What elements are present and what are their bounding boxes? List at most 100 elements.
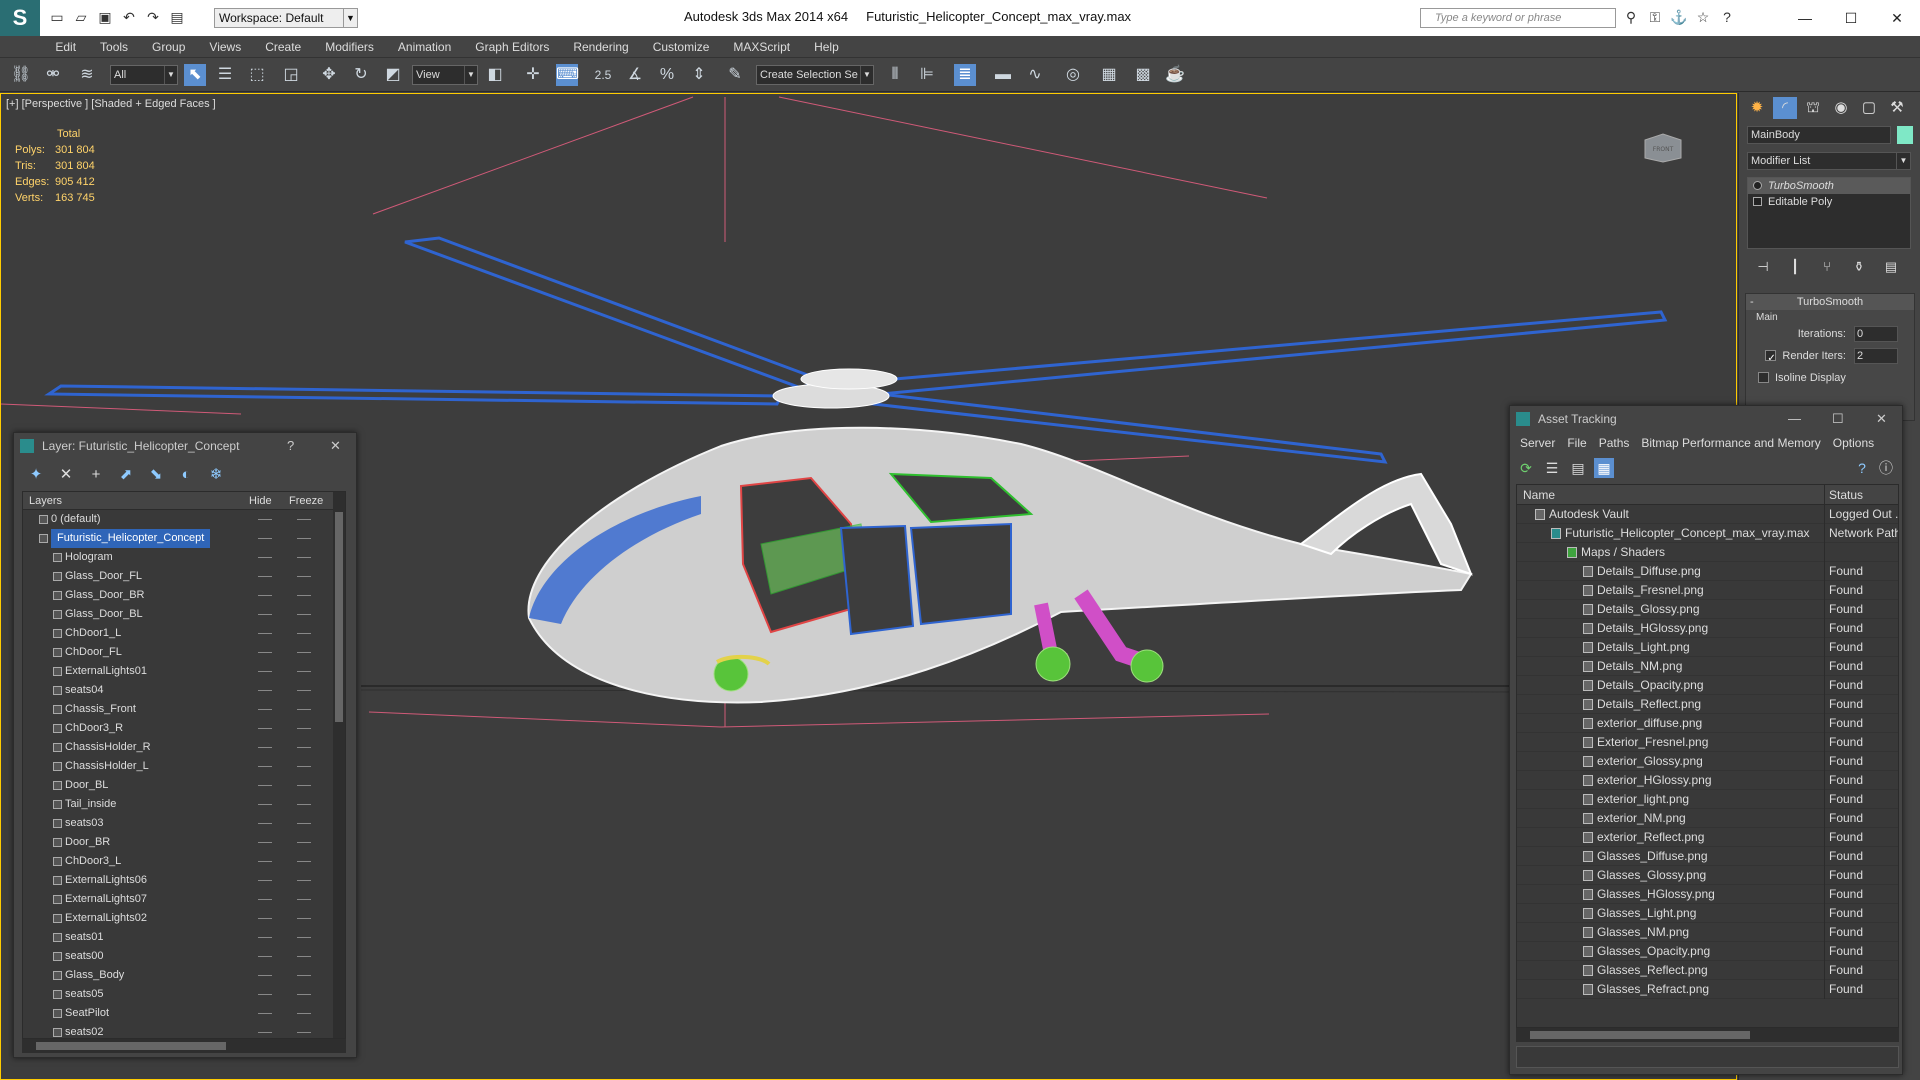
hide-toggle[interactable] (258, 652, 272, 653)
rectangular-selection-icon[interactable]: ⬚ (246, 64, 268, 86)
layer-row[interactable]: seats02 (23, 1023, 345, 1038)
freeze-toggle[interactable] (297, 747, 311, 748)
freeze-all-icon[interactable]: ❄ (206, 465, 226, 485)
show-end-result-icon[interactable]: ┃ (1785, 257, 1805, 277)
layer-manager-icon[interactable]: ≣ (954, 64, 976, 86)
freeze-toggle[interactable] (297, 899, 311, 900)
hide-toggle[interactable] (258, 1032, 272, 1033)
asset-row[interactable]: Details_Light.png Found (1517, 638, 1898, 657)
hide-toggle[interactable] (258, 595, 272, 596)
project-folder-icon[interactable]: ▤ (168, 8, 186, 26)
menu-customize[interactable]: Customize (641, 36, 722, 58)
create-tab-icon[interactable]: ✹ (1745, 97, 1769, 119)
close-button[interactable]: ✕ (1874, 6, 1920, 30)
menu-edit[interactable]: Edit (43, 36, 88, 58)
freeze-toggle[interactable] (297, 880, 311, 881)
asset-row[interactable]: Futuristic_Helicopter_Concept_max_vray.m… (1517, 524, 1898, 543)
vertical-scrollbar[interactable] (333, 492, 345, 1038)
freeze-toggle[interactable] (297, 576, 311, 577)
hide-toggle[interactable] (258, 557, 272, 558)
hide-toggle[interactable] (258, 994, 272, 995)
column-header-status[interactable]: Status (1829, 485, 1863, 505)
create-layer-icon[interactable]: ✦ (26, 465, 46, 485)
curve-editor-icon[interactable]: ∿ (1024, 64, 1046, 86)
freeze-toggle[interactable] (297, 1013, 311, 1014)
hide-all-icon[interactable]: ◐ (176, 465, 196, 485)
layer-row[interactable]: Glass_Body (23, 966, 345, 985)
column-header-name[interactable]: Name (1523, 485, 1555, 505)
asset-row[interactable]: exterior_NM.png Found (1517, 809, 1898, 828)
select-object-icon[interactable]: ⬉ (184, 64, 206, 86)
select-move-icon[interactable]: ✥ (318, 64, 340, 86)
layer-row[interactable]: Tail_inside (23, 795, 345, 814)
lightbulb-icon[interactable] (1753, 181, 1762, 190)
asset-row[interactable]: Autodesk Vault Logged Out ... (1517, 505, 1898, 524)
select-by-name-icon[interactable]: ☰ (214, 64, 236, 86)
menu-maxscript[interactable]: MAXScript (721, 36, 802, 58)
horizontal-scrollbar[interactable] (1516, 1028, 1899, 1042)
layer-row[interactable]: Futuristic_Helicopter_Concept (23, 529, 345, 548)
unlink-icon[interactable]: ⚮ (42, 64, 64, 86)
communication-icon[interactable]: ⚓ (1670, 8, 1688, 26)
asset-row[interactable]: Glasses_Glossy.png Found (1517, 866, 1898, 885)
scrollbar-thumb[interactable] (36, 1042, 226, 1050)
freeze-toggle[interactable] (297, 671, 311, 672)
asset-row[interactable]: Glasses_HGlossy.png Found (1517, 885, 1898, 904)
asset-row[interactable]: Exterior_Fresnel.png Found (1517, 733, 1898, 752)
dialog-title-bar[interactable]: Layer: Futuristic_Helicopter_Concept ? ✕ (14, 433, 356, 459)
modify-tab-icon[interactable]: ◜ (1773, 97, 1797, 119)
asset-row[interactable]: Maps / Shaders (1517, 543, 1898, 562)
layer-row[interactable]: seats00 (23, 947, 345, 966)
help-button[interactable]: ? (287, 433, 294, 459)
menu-file[interactable]: File (1567, 436, 1586, 450)
layer-row[interactable]: Glass_Door_FL (23, 567, 345, 586)
freeze-toggle[interactable] (297, 690, 311, 691)
freeze-toggle[interactable] (297, 595, 311, 596)
configure-modifier-sets-icon[interactable]: ▤ (1881, 257, 1901, 277)
menu-rendering[interactable]: Rendering (561, 36, 640, 58)
asset-row[interactable]: Glasses_NM.png Found (1517, 923, 1898, 942)
workspace-dropdown[interactable]: Workspace: Default ▼ (214, 8, 358, 28)
graphite-ribbon-icon[interactable]: ▬ (992, 64, 1014, 86)
menu-modifiers[interactable]: Modifiers (313, 36, 386, 58)
freeze-toggle[interactable] (297, 785, 311, 786)
layer-row[interactable]: ChDoor_FL (23, 643, 345, 662)
hide-toggle[interactable] (258, 1013, 272, 1014)
iterations-spinner[interactable]: 0 (1854, 326, 1898, 342)
hide-toggle[interactable] (258, 633, 272, 634)
asset-row[interactable]: Details_Diffuse.png Found (1517, 562, 1898, 581)
reference-coordinate-dropdown[interactable]: View ▼ (412, 65, 478, 85)
pivot-center-icon[interactable]: ◧ (484, 64, 506, 86)
freeze-toggle[interactable] (297, 766, 311, 767)
motion-tab-icon[interactable]: ◉ (1829, 97, 1853, 119)
freeze-toggle[interactable] (297, 861, 311, 862)
highlight-selected-icon[interactable]: ⬊ (146, 465, 166, 485)
hide-toggle[interactable] (258, 766, 272, 767)
make-unique-icon[interactable]: ⑂ (1817, 257, 1837, 277)
info-icon[interactable]: ⓘ (1876, 458, 1896, 478)
asset-row[interactable]: Glasses_Diffuse.png Found (1517, 847, 1898, 866)
asset-row[interactable]: Details_Reflect.png Found (1517, 695, 1898, 714)
save-file-icon[interactable]: ▣ (96, 8, 114, 26)
layer-row[interactable]: seats04 (23, 681, 345, 700)
modifier-list-dropdown[interactable]: Modifier List ▼ (1747, 152, 1911, 170)
delete-layer-icon[interactable]: ✕ (56, 465, 76, 485)
menu-graph-editors[interactable]: Graph Editors (463, 36, 561, 58)
menu-group[interactable]: Group (140, 36, 197, 58)
freeze-toggle[interactable] (297, 557, 311, 558)
asset-path-field[interactable] (1516, 1046, 1899, 1068)
select-manipulate-icon[interactable]: ✛ (522, 64, 544, 86)
layer-row[interactable]: Glass_Door_BR (23, 586, 345, 605)
hide-toggle[interactable] (258, 861, 272, 862)
hide-toggle[interactable] (258, 842, 272, 843)
asset-row[interactable]: exterior_diffuse.png Found (1517, 714, 1898, 733)
asset-row[interactable]: Details_Glossy.png Found (1517, 600, 1898, 619)
menu-options[interactable]: Options (1833, 436, 1874, 450)
freeze-toggle[interactable] (297, 652, 311, 653)
freeze-toggle[interactable] (297, 538, 311, 539)
layer-row[interactable]: SeatPilot (23, 1004, 345, 1023)
maximize-button[interactable]: ☐ (1828, 6, 1874, 30)
asset-row[interactable]: Glasses_Reflect.png Found (1517, 961, 1898, 980)
layer-row[interactable]: Hologram (23, 548, 345, 567)
selection-filter-dropdown[interactable]: All ▼ (110, 65, 178, 85)
